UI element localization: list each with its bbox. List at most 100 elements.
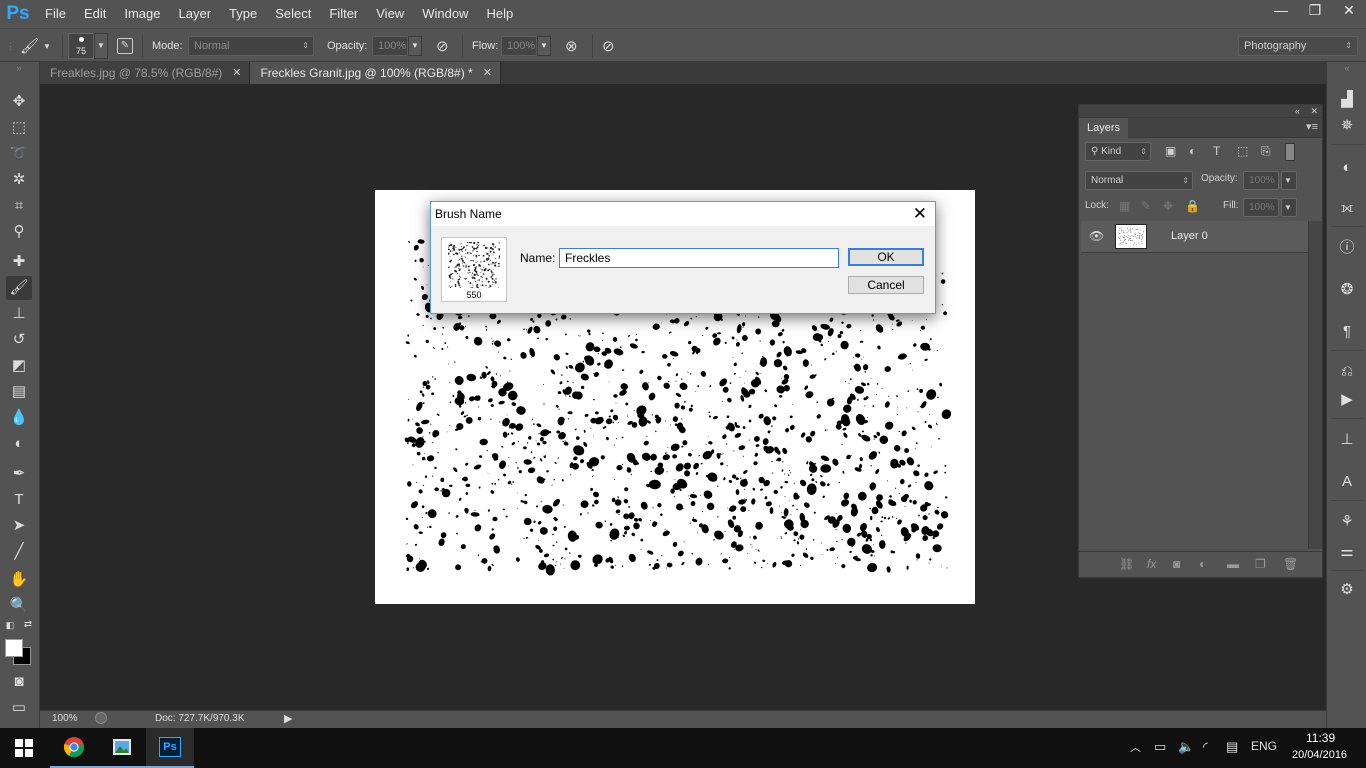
magic-wand-tool-icon[interactable]: ✲: [6, 168, 32, 192]
clone-source-icon[interactable]: ⊥: [1335, 428, 1359, 452]
add-mask-icon[interactable]: ◙: [1173, 557, 1180, 571]
menu-image[interactable]: Image: [115, 0, 169, 28]
path-selection-tool-icon[interactable]: ➤: [6, 514, 32, 538]
clock-time[interactable]: 11:39: [1306, 731, 1335, 745]
hand-tool-icon[interactable]: ✋: [6, 568, 32, 592]
blend-mode-select[interactable]: Normal ⇕: [1085, 171, 1193, 190]
paragraph-icon[interactable]: ¶: [1335, 320, 1359, 344]
layer-name[interactable]: Layer 0: [1171, 230, 1208, 242]
lock-pixels-icon[interactable]: ✎: [1141, 199, 1151, 213]
info-icon[interactable]: ⓘ: [1335, 236, 1359, 260]
brush-tool-icon[interactable]: 🖌: [6, 276, 32, 300]
link-layers-icon[interactable]: ⛓: [1119, 557, 1134, 571]
workspace-select[interactable]: Photography ⇕: [1238, 36, 1358, 56]
mode-select[interactable]: Normal ⇕: [188, 36, 314, 56]
menu-view[interactable]: View: [367, 0, 413, 28]
histogram-icon[interactable]: ▟: [1335, 88, 1359, 112]
visibility-eye-icon[interactable]: 👁: [1089, 229, 1104, 243]
line-tool-icon[interactable]: ╱: [6, 540, 32, 564]
layer-opacity-input[interactable]: 100%: [1243, 171, 1279, 190]
show-hidden-icons-chevron-icon[interactable]: ︿: [1130, 739, 1141, 755]
lock-transparency-icon[interactable]: ▦: [1119, 199, 1130, 213]
type-tool-icon[interactable]: T: [6, 488, 32, 512]
actions-play-icon[interactable]: ▶: [1335, 388, 1359, 412]
brush-size-dropdown[interactable]: ▼: [94, 33, 108, 59]
opacity-dropdown[interactable]: ▼: [408, 36, 422, 56]
foreground-color-front[interactable]: [5, 639, 23, 657]
lock-position-icon[interactable]: ✥: [1163, 199, 1173, 213]
menu-type[interactable]: Type: [220, 0, 266, 28]
delete-layer-trash-icon[interactable]: 🗑: [1283, 557, 1298, 571]
menu-select[interactable]: Select: [266, 0, 320, 28]
history-brush-tool-icon[interactable]: ↺: [6, 328, 32, 352]
eyedropper-tool-icon[interactable]: ⚲: [6, 220, 32, 244]
action-center-icon[interactable]: ▤: [1226, 739, 1238, 755]
minimize-button[interactable]: —: [1264, 0, 1298, 22]
channels-icon[interactable]: ❂: [1335, 278, 1359, 302]
filter-adjustment-icon[interactable]: ◐: [1189, 144, 1196, 158]
pressure-size-button[interactable]: ⊘: [602, 29, 615, 63]
history-icon[interactable]: ⎌: [1335, 360, 1359, 384]
brush-name-input[interactable]: [559, 248, 839, 268]
fill-input[interactable]: 100%: [1243, 198, 1279, 217]
volume-icon[interactable]: 🔈: [1178, 739, 1194, 755]
filter-toggle-icon[interactable]: [1285, 143, 1295, 161]
brush-preset-picker[interactable]: 75 ▼: [68, 29, 108, 63]
collapse-toolbar-icon[interactable]: »: [6, 62, 32, 76]
tab-freckles-granit[interactable]: Freckles Granit.jpg @ 100% (RGB/8#) * ✕: [250, 62, 501, 84]
new-adjustment-layer-icon[interactable]: ◐: [1199, 557, 1206, 571]
marquee-tool-icon[interactable]: ⬚: [6, 116, 32, 140]
expand-panels-icon[interactable]: «: [1335, 62, 1359, 76]
toggle-brush-panel-button[interactable]: ✎: [117, 29, 133, 63]
taskbar-chrome[interactable]: [50, 728, 98, 768]
adjustments-icon[interactable]: ◐: [1335, 156, 1359, 180]
dodge-tool-icon[interactable]: ◐: [6, 432, 32, 456]
restore-button[interactable]: ❐: [1298, 0, 1332, 22]
start-button[interactable]: [0, 728, 48, 768]
zoom-level[interactable]: 100%: [52, 713, 78, 724]
close-window-button[interactable]: ✕: [1332, 0, 1366, 22]
new-group-folder-icon[interactable]: ▬: [1227, 557, 1239, 571]
clock-date[interactable]: 20/04/2016: [1292, 749, 1347, 761]
lock-all-icon[interactable]: 🔒: [1185, 199, 1200, 213]
pressure-opacity-button[interactable]: ⊘: [436, 29, 449, 63]
brush-presets-icon[interactable]: ⚘: [1335, 510, 1359, 534]
flow-input[interactable]: 100%: [501, 36, 537, 56]
opacity-input[interactable]: 100%: [372, 36, 408, 56]
navigator-icon[interactable]: ✵: [1335, 114, 1359, 138]
cancel-button[interactable]: Cancel: [848, 276, 924, 294]
close-icon[interactable]: ✕: [913, 204, 927, 224]
lasso-tool-icon[interactable]: ➰: [6, 142, 32, 166]
pen-tool-icon[interactable]: ✒: [6, 462, 32, 486]
default-colors-icon[interactable]: ◧: [2, 618, 18, 632]
airbrush-button[interactable]: ⊗: [565, 29, 578, 63]
ok-button[interactable]: OK: [848, 248, 924, 266]
blur-tool-icon[interactable]: 💧: [6, 406, 32, 430]
taskbar-photos[interactable]: [98, 728, 146, 768]
layers-scrollbar[interactable]: [1308, 221, 1322, 549]
tab-freakles[interactable]: Freakles.jpg @ 78.5% (RGB/8#) ✕: [40, 62, 251, 84]
menu-edit[interactable]: Edit: [75, 0, 115, 28]
tool-preset-picker[interactable]: 🖌 ▼: [20, 29, 51, 63]
taskbar-photoshop[interactable]: Ps: [146, 728, 194, 768]
status-info-icon[interactable]: [95, 712, 107, 724]
filter-kind-select[interactable]: ⚲ Kind ⇕: [1085, 142, 1151, 161]
eraser-tool-icon[interactable]: ◩: [6, 354, 32, 378]
menu-filter[interactable]: Filter: [320, 0, 367, 28]
tab-layers[interactable]: Layers: [1079, 118, 1129, 138]
character-icon[interactable]: A: [1335, 470, 1359, 494]
fill-dropdown[interactable]: ▼: [1281, 198, 1297, 217]
flow-dropdown[interactable]: ▼: [537, 36, 551, 56]
filter-type-icon[interactable]: T: [1213, 144, 1220, 158]
layer-row[interactable]: 👁 Layer 0: [1081, 221, 1308, 253]
filter-pixel-icon[interactable]: ▣: [1165, 144, 1176, 158]
layer-opacity-dropdown[interactable]: ▼: [1281, 171, 1297, 190]
tool-presets-icon[interactable]: ⚙: [1335, 578, 1359, 602]
menu-window[interactable]: Window: [413, 0, 477, 28]
screen-mode-icon[interactable]: ▭: [6, 696, 32, 720]
new-layer-icon[interactable]: ❐: [1255, 557, 1266, 571]
paths-icon[interactable]: ⟗: [1335, 196, 1359, 220]
menu-help[interactable]: Help: [477, 0, 522, 28]
filter-shape-icon[interactable]: ⬚: [1237, 144, 1248, 158]
close-icon[interactable]: ✕: [232, 62, 241, 84]
